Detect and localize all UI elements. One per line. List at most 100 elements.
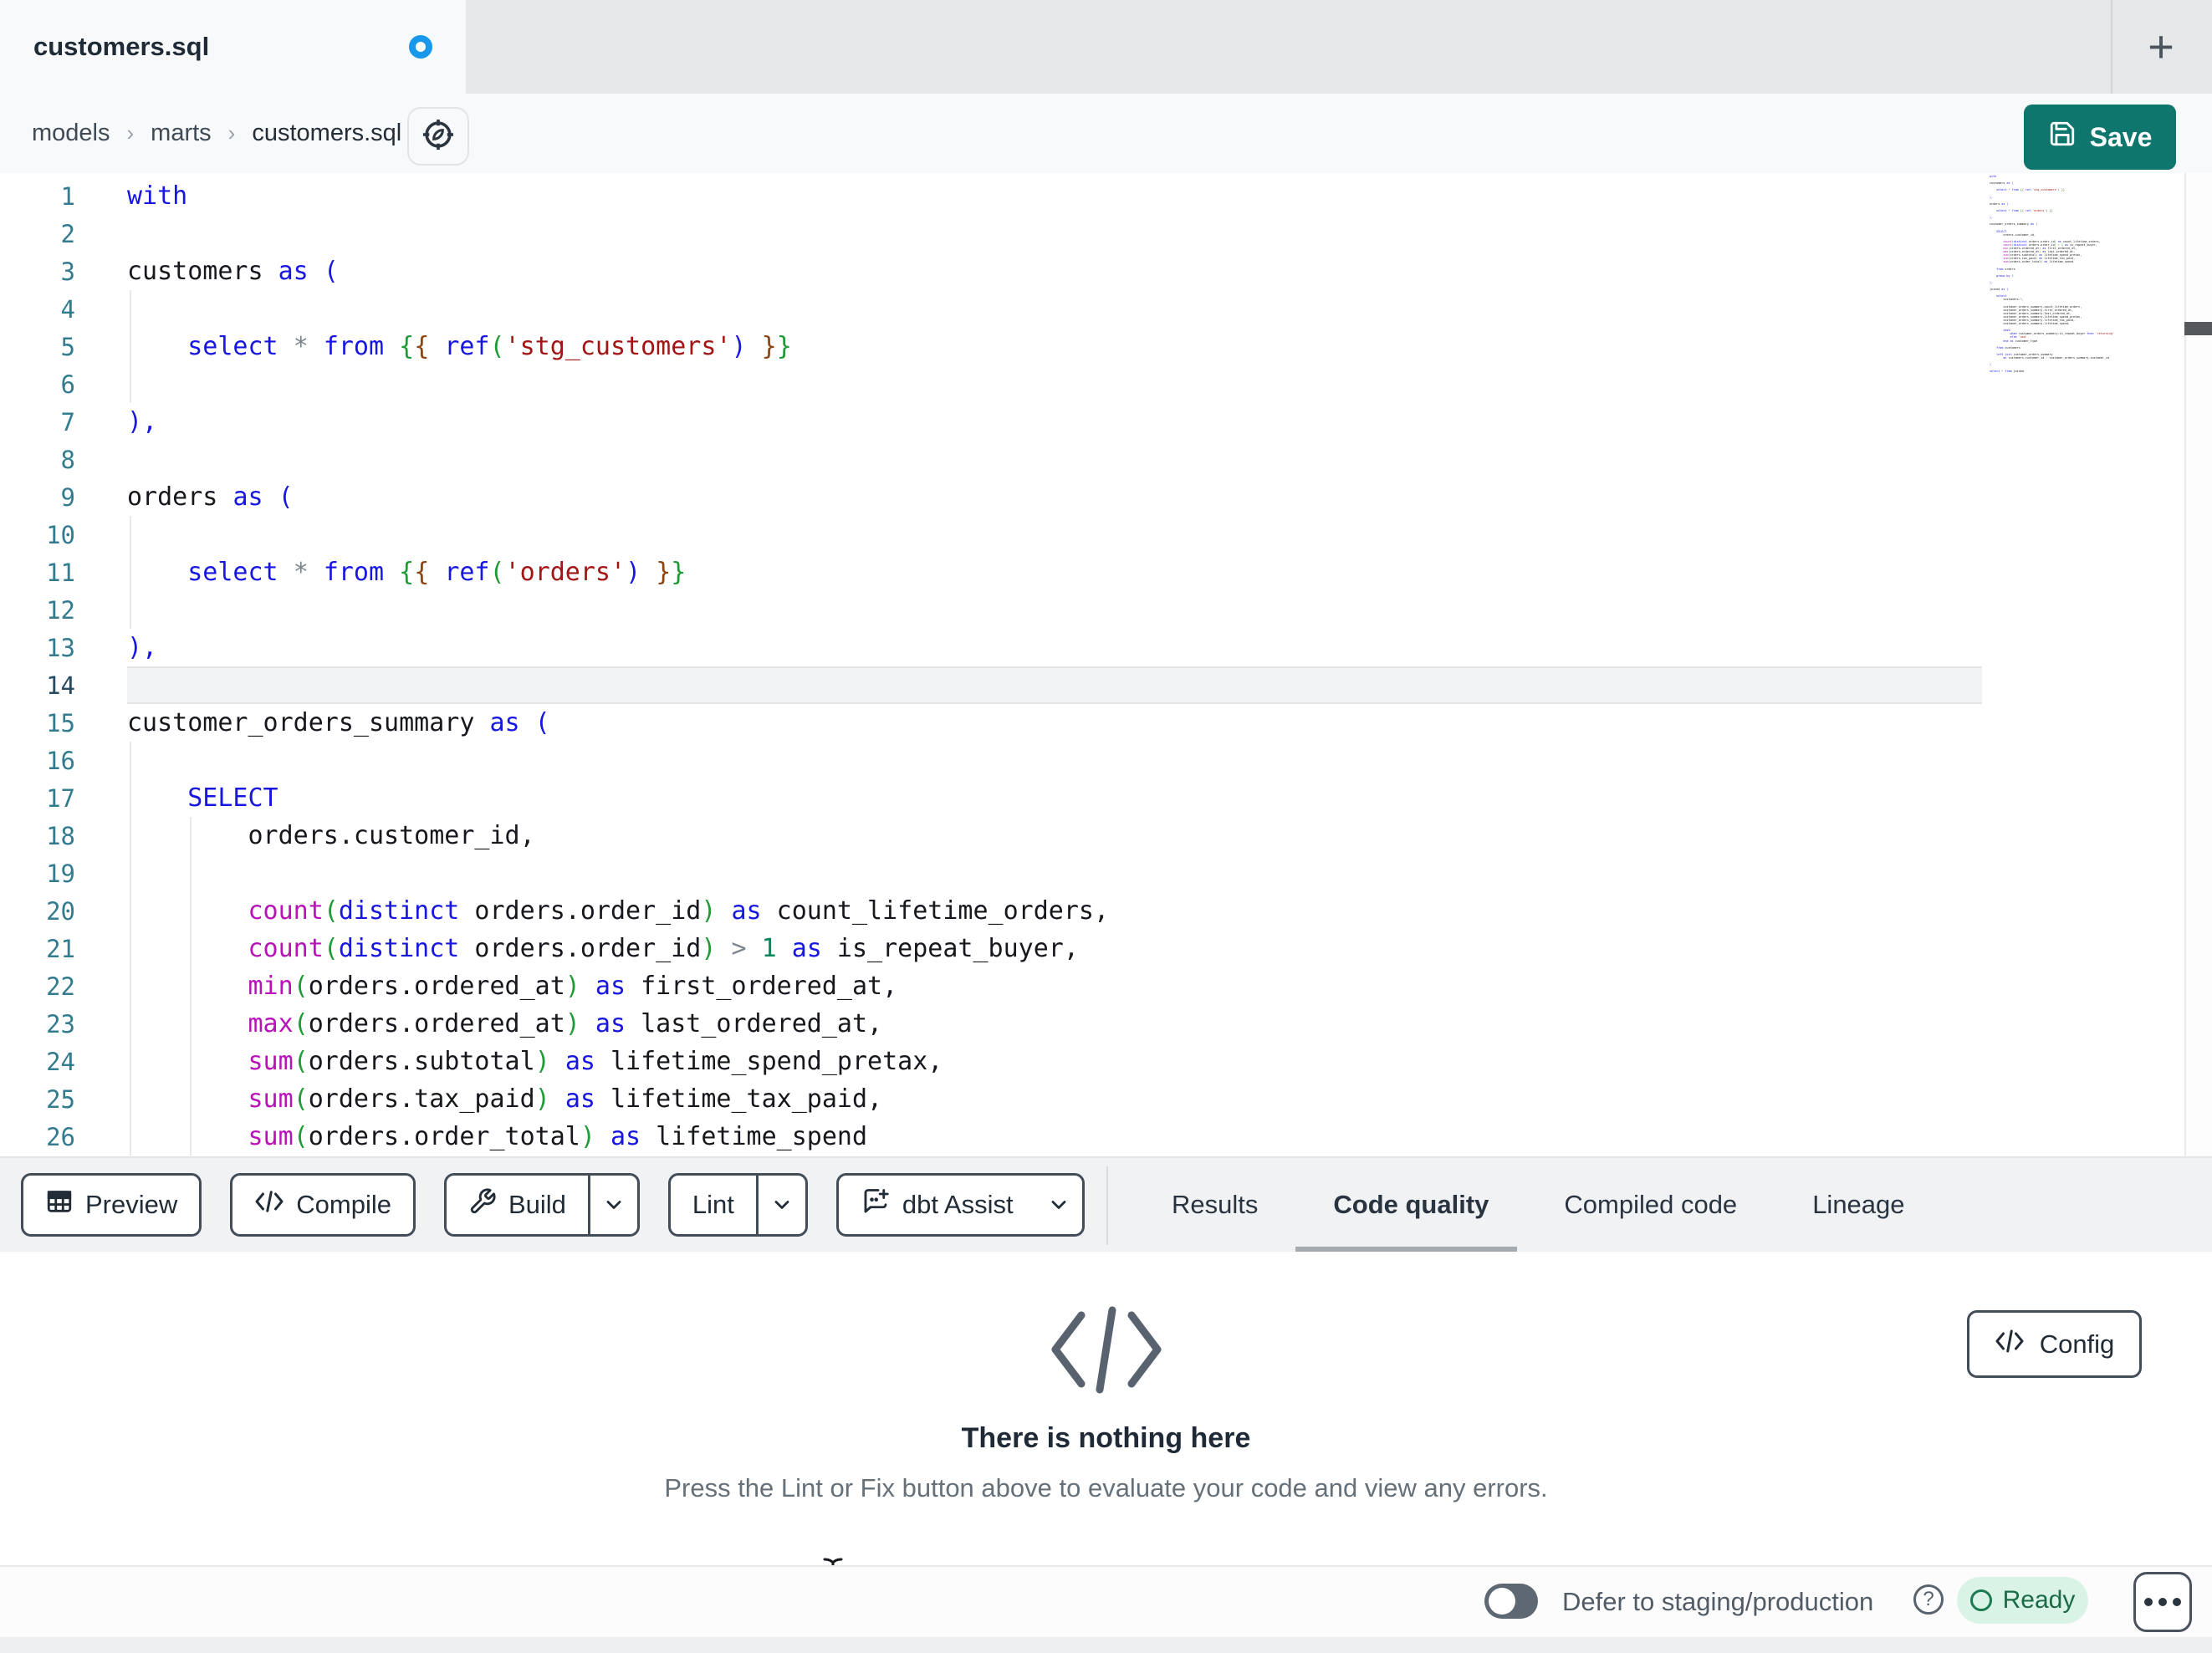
code-text: with	[127, 181, 188, 211]
code-text: min(orders.ordered_at) as first_ordered_…	[248, 972, 898, 1001]
code-icon	[254, 1190, 284, 1220]
sparkle-chat-icon	[861, 1186, 891, 1223]
code-text: select * from {{ ref('orders') }}	[187, 558, 687, 587]
breadcrumb-item[interactable]: marts	[151, 120, 212, 147]
lint-button[interactable]: Lint	[667, 1173, 808, 1237]
dbt-ide-window: customers.sql + models › marts › customers.s…	[0, 0, 2212, 1653]
line-number: 6	[60, 370, 75, 399]
code-line[interactable]: 18 orders.customer_id,	[0, 817, 2179, 855]
defer-toggle[interactable]	[1484, 1584, 1538, 1619]
breadcrumb-item[interactable]: models	[32, 120, 110, 147]
code-line[interactable]: 5 select * from {{ ref('stg_customers') …	[0, 328, 2179, 365]
editor-scrollbar-thumb[interactable]	[2184, 322, 2212, 335]
code-line[interactable]: 9 orders as (	[0, 478, 2179, 516]
dbt-assist-button[interactable]: dbt Assist	[835, 1173, 1085, 1237]
breadcrumb-item[interactable]: customers.sql	[252, 120, 401, 147]
code-line[interactable]: 19	[0, 855, 2179, 892]
line-number: 5	[60, 332, 75, 361]
preview-button[interactable]: Preview	[21, 1173, 202, 1237]
line-number: 18	[46, 821, 75, 850]
line-number: 19	[46, 859, 75, 888]
line-number: 2	[60, 219, 75, 248]
breadcrumb-separator: ›	[227, 120, 236, 145]
save-button[interactable]: Save	[2024, 105, 2176, 170]
line-number: 12	[46, 595, 75, 625]
build-button[interactable]: Build	[443, 1173, 640, 1237]
code-line[interactable]: 22 min(orders.ordered_at) as first_order…	[0, 967, 2179, 1005]
code-line[interactable]: 15 customer_orders_summary as (	[0, 704, 2179, 742]
line-number: 13	[46, 633, 75, 662]
explore-lineage-button[interactable]	[407, 107, 469, 166]
compile-button[interactable]: Compile	[230, 1173, 416, 1237]
tab-compiled-code[interactable]: Compiled code	[1564, 1190, 1737, 1220]
window-bottom-strip	[0, 1637, 2212, 1653]
save-label: Save	[2089, 121, 2153, 152]
config-label: Config	[2039, 1329, 2115, 1359]
breadcrumb-separator: ›	[126, 120, 135, 145]
preview-label: Preview	[85, 1190, 178, 1219]
code-line[interactable]: 21 count(distinct orders.order_id) > 1 a…	[0, 930, 2179, 967]
line-number: 7	[60, 407, 75, 436]
editor-scrollbar[interactable]	[2184, 173, 2212, 1156]
line-number: 23	[46, 1009, 75, 1038]
tab-bar-divider	[2111, 0, 2112, 94]
results-panel: Config There is nothing here Press the L…	[0, 1252, 2212, 1565]
line-number: 3	[60, 257, 75, 286]
code-line[interactable]: 2	[0, 215, 2179, 253]
code-text: ),	[127, 407, 158, 436]
code-line[interactable]: 12	[0, 591, 2179, 629]
code-line[interactable]: 26 sum(orders.order_total) as lifetime_s…	[0, 1118, 2179, 1156]
line-number: 17	[46, 783, 75, 813]
chevron-down-icon[interactable]	[1035, 1176, 1082, 1234]
line-number: 8	[60, 445, 75, 474]
status-bar: Defer to staging/production ? Ready	[0, 1565, 2212, 1637]
code-text: max(orders.ordered_at) as last_ordered_a…	[248, 1009, 883, 1038]
compile-label: Compile	[296, 1190, 391, 1219]
chevron-down-icon[interactable]	[759, 1176, 805, 1234]
code-line[interactable]: 7),	[0, 403, 2179, 441]
config-button[interactable]: Config	[1967, 1310, 2142, 1378]
code-line[interactable]: 16	[0, 742, 2179, 779]
code-line[interactable]: 25 sum(orders.tax_paid) as lifetime_tax_…	[0, 1080, 2179, 1118]
ready-label: Ready	[2002, 1586, 2076, 1614]
code-line[interactable]: 24 sum(orders.subtotal) as lifetime_spen…	[0, 1043, 2179, 1080]
code-line[interactable]: 13),	[0, 629, 2179, 666]
code-line[interactable]: 4	[0, 290, 2179, 328]
code-editor[interactable]: 1 with 2 3 customers as ( 4 5 select * from {{…	[0, 173, 2212, 1156]
code-line[interactable]: 11 select * from {{ ref('orders') }}	[0, 554, 2179, 591]
code-line[interactable]: 20 count(distinct orders.order_id) as co…	[0, 892, 2179, 930]
code-line[interactable]: 1 with	[0, 177, 2179, 215]
line-number: 26	[46, 1122, 75, 1151]
help-icon[interactable]: ?	[1913, 1584, 1944, 1615]
line-number: 15	[46, 708, 75, 737]
code-lines: 1 with 2 3 customers as ( 4 5 select * from {{…	[0, 177, 2179, 1156]
tab-lineage[interactable]: Lineage	[1812, 1190, 1904, 1220]
chevron-down-icon[interactable]	[590, 1176, 637, 1234]
code-line[interactable]: 14	[0, 666, 2179, 704]
code-text: select * from {{ ref('stg_customers') }}	[187, 332, 792, 361]
new-tab-button[interactable]: +	[2131, 17, 2191, 77]
more-options-button[interactable]	[2133, 1572, 2192, 1632]
file-tab-customers-sql[interactable]: customers.sql	[0, 0, 466, 94]
line-number: 4	[60, 294, 75, 324]
code-text: sum(orders.tax_paid) as lifetime_tax_pai…	[248, 1084, 883, 1114]
code-line[interactable]: 6	[0, 365, 2179, 403]
lint-label: Lint	[692, 1190, 734, 1219]
minimap[interactable]: with customers as ( select * from {{ ref…	[1990, 175, 2117, 377]
code-text: count(distinct orders.order_id) > 1 as i…	[248, 934, 1079, 963]
line-number: 1	[60, 181, 75, 211]
unsaved-indicator-dot	[409, 35, 432, 59]
line-number: 10	[46, 520, 75, 549]
tab-code-quality[interactable]: Code quality	[1333, 1190, 1489, 1220]
code-line[interactable]: 23 max(orders.ordered_at) as last_ordere…	[0, 1005, 2179, 1043]
code-text: sum(orders.subtotal) as lifetime_spend_p…	[248, 1047, 943, 1076]
code-text: customer_orders_summary as (	[127, 708, 550, 737]
code-line[interactable]: 8	[0, 441, 2179, 478]
code-line[interactable]: 10	[0, 516, 2179, 554]
code-line[interactable]: 3 customers as (	[0, 253, 2179, 290]
panel-tabs: Results Code quality Compiled code Lineage	[1172, 1158, 1905, 1252]
code-text: count(distinct orders.order_id) as count…	[248, 896, 1110, 926]
code-line[interactable]: 17 SELECT	[0, 779, 2179, 817]
tab-results[interactable]: Results	[1172, 1190, 1258, 1220]
code-text: sum(orders.order_total) as lifetime_spen…	[248, 1122, 868, 1151]
